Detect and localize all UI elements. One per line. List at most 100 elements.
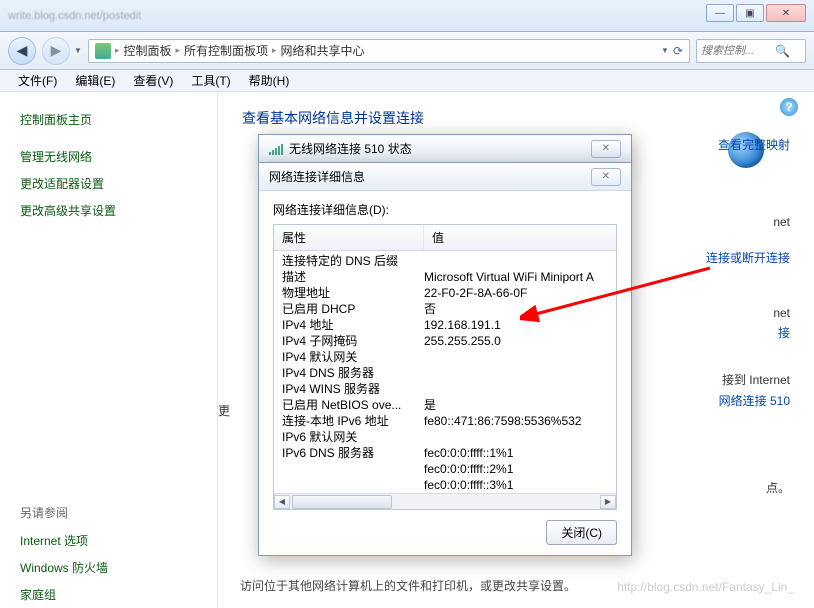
search-input[interactable] xyxy=(701,45,771,57)
extra-link[interactable]: 接 xyxy=(706,324,790,341)
dialog-titlebar[interactable]: 网络连接详细信息 ✕ xyxy=(259,163,631,191)
close-button[interactable]: ✕ xyxy=(766,4,806,22)
sidebar-home[interactable]: 控制面板主页 xyxy=(0,106,217,133)
to-internet-label: 接到 Internet xyxy=(706,371,790,388)
dialog-titlebar[interactable]: 无线网络连接 510 状态 ✕ xyxy=(259,135,631,163)
horizontal-scrollbar[interactable]: ◀ ▶ xyxy=(274,493,616,509)
cell-value xyxy=(424,429,608,445)
dialog-body: 网络连接详细信息(D): 属性 值 连接特定的 DNS 后缀描述Microsof… xyxy=(259,191,631,555)
cell-value: fec0:0:0:ffff::3%1 xyxy=(424,477,608,493)
bottom-text: 访问位于其他网络计算机上的文件和打印机，或更改共享设置。 xyxy=(240,577,576,594)
cell-property: IPv4 子网掩码 xyxy=(282,333,424,349)
breadcrumb[interactable]: ▸ 控制面板 ▸ 所有控制面板项 ▸ 网络和共享中心 ▼ ⟳ xyxy=(88,39,690,63)
wifi-icon xyxy=(269,143,283,155)
table-row[interactable]: IPv4 DNS 服务器 xyxy=(274,365,616,381)
breadcrumb-item[interactable]: 所有控制面板项 xyxy=(184,42,268,59)
search-icon[interactable]: 🔍 xyxy=(775,44,790,58)
menu-edit[interactable]: 编辑(E) xyxy=(67,70,123,91)
sidebar-item-homegroup[interactable]: 家庭组 xyxy=(0,581,217,608)
cell-property xyxy=(282,461,424,477)
control-panel-icon xyxy=(95,43,111,59)
cell-value: fe80::471:86:7598:5536%532 xyxy=(424,413,608,429)
table-row[interactable]: fec0:0:0:ffff::2%1 xyxy=(274,461,616,477)
table-row[interactable]: 已启用 DHCP否 xyxy=(274,301,616,317)
table-row[interactable]: 已启用 NetBIOS ove...是 xyxy=(274,397,616,413)
cell-value: 192.168.191.1 xyxy=(424,317,608,333)
sidebar-item-adapter[interactable]: 更改适配器设置 xyxy=(0,170,217,197)
table-row[interactable]: IPv6 DNS 服务器fec0:0:0:ffff::1%1 xyxy=(274,445,616,461)
menu-file[interactable]: 文件(F) xyxy=(10,70,65,91)
col-value[interactable]: 值 xyxy=(424,225,616,250)
table-row[interactable]: IPv4 默认网关 xyxy=(274,349,616,365)
cell-property: 已启用 NetBIOS ove... xyxy=(282,397,424,413)
table-row[interactable]: IPv4 WINS 服务器 xyxy=(274,381,616,397)
cell-property: 连接特定的 DNS 后缀 xyxy=(282,253,424,269)
sidebar: 控制面板主页 管理无线网络 更改适配器设置 更改高级共享设置 另请参阅 Inte… xyxy=(0,92,218,608)
menu-help[interactable]: 帮助(H) xyxy=(241,70,298,91)
menubar: 文件(F) 编辑(E) 查看(V) 工具(T) 帮助(H) xyxy=(0,70,814,92)
menu-tools[interactable]: 工具(T) xyxy=(183,70,238,91)
col-property[interactable]: 属性 xyxy=(274,225,424,250)
maximize-button[interactable]: ▣ xyxy=(736,4,764,22)
cell-value: 255.255.255.0 xyxy=(424,333,608,349)
connect-disconnect-link[interactable]: 连接或断开连接 xyxy=(706,249,790,266)
dot-label: 点。 xyxy=(706,479,790,496)
cell-property: IPv4 DNS 服务器 xyxy=(282,365,424,381)
cell-value: 22-F0-2F-8A-66-0F xyxy=(424,285,608,301)
table-row[interactable]: 连接特定的 DNS 后缀 xyxy=(274,253,616,269)
dialog-title-text: 网络连接详细信息 xyxy=(269,168,365,185)
window-controls: — ▣ ✕ xyxy=(706,4,806,22)
table-row[interactable]: fec0:0:0:ffff::3%1 xyxy=(274,477,616,493)
table-row[interactable]: 描述Microsoft Virtual WiFi Miniport A xyxy=(274,269,616,285)
right-links: 查看完整映射 net 连接或断开连接 net 接 接到 Internet 网络连… xyxy=(706,136,790,496)
cell-property xyxy=(282,477,424,493)
breadcrumb-item[interactable]: 控制面板 xyxy=(123,42,171,59)
breadcrumb-sep: ▸ xyxy=(175,45,180,56)
table-row[interactable]: 连接-本地 IPv6 地址fe80::471:86:7598:5536%532 xyxy=(274,413,616,429)
cell-value xyxy=(424,381,608,397)
breadcrumb-sep: ▸ xyxy=(115,45,120,56)
breadcrumb-dropdown-icon[interactable]: ▼ xyxy=(661,46,669,55)
refresh-icon[interactable]: ⟳ xyxy=(673,44,683,58)
table-row[interactable]: IPv4 地址192.168.191.1 xyxy=(274,317,616,333)
cell-value: 是 xyxy=(424,397,608,413)
minimize-button[interactable]: — xyxy=(706,4,734,22)
cell-property: IPv4 WINS 服务器 xyxy=(282,381,424,397)
forward-button[interactable]: ▶ xyxy=(42,37,70,65)
back-button[interactable]: ◀ xyxy=(8,37,36,65)
cell-property: IPv6 默认网关 xyxy=(282,429,424,445)
table-row[interactable]: IPv4 子网掩码255.255.255.0 xyxy=(274,333,616,349)
sidebar-item-sharing[interactable]: 更改高级共享设置 xyxy=(0,197,217,224)
search-box[interactable]: 🔍 xyxy=(696,39,806,63)
browser-chrome: write.blog.csdn.net/postedit — ▣ ✕ xyxy=(0,0,814,32)
net-label: net xyxy=(773,215,790,229)
cell-property: 描述 xyxy=(282,269,424,285)
full-map-link[interactable]: 查看完整映射 xyxy=(706,136,790,153)
detail-table: 属性 值 连接特定的 DNS 后缀描述Microsoft Virtual WiF… xyxy=(273,224,617,510)
breadcrumb-item[interactable]: 网络和共享中心 xyxy=(281,42,365,59)
help-icon[interactable]: ? xyxy=(780,98,798,116)
close-button[interactable]: 关闭(C) xyxy=(546,520,617,545)
history-dropdown-icon[interactable]: ▼ xyxy=(74,46,82,55)
cell-value xyxy=(424,365,608,381)
scroll-right-icon[interactable]: ▶ xyxy=(600,495,616,509)
cell-value xyxy=(424,349,608,365)
sidebar-item-firewall[interactable]: Windows 防火墙 xyxy=(0,554,217,581)
table-row[interactable]: 物理地址22-F0-2F-8A-66-0F xyxy=(274,285,616,301)
cell-value xyxy=(424,253,608,269)
scroll-left-icon[interactable]: ◀ xyxy=(274,495,290,509)
dialog-close-button[interactable]: ✕ xyxy=(591,140,621,158)
cell-value: Microsoft Virtual WiFi Miniport A xyxy=(424,269,608,285)
scroll-thumb[interactable] xyxy=(292,495,392,509)
nav-toolbar: ◀ ▶ ▼ ▸ 控制面板 ▸ 所有控制面板项 ▸ 网络和共享中心 ▼ ⟳ 🔍 xyxy=(0,32,814,70)
net-label-2: net xyxy=(706,306,790,320)
menu-view[interactable]: 查看(V) xyxy=(125,70,181,91)
sidebar-item-internet-options[interactable]: Internet 选项 xyxy=(0,527,217,554)
table-row[interactable]: IPv6 默认网关 xyxy=(274,429,616,445)
wifi-name-link[interactable]: 网络连接 510 xyxy=(706,392,790,409)
cell-property: 物理地址 xyxy=(282,285,424,301)
see-also-title: 另请参阅 xyxy=(0,504,217,521)
sidebar-item-wireless[interactable]: 管理无线网络 xyxy=(0,143,217,170)
page-title: 查看基本网络信息并设置连接 xyxy=(242,108,790,128)
dialog-close-button[interactable]: ✕ xyxy=(591,168,621,186)
